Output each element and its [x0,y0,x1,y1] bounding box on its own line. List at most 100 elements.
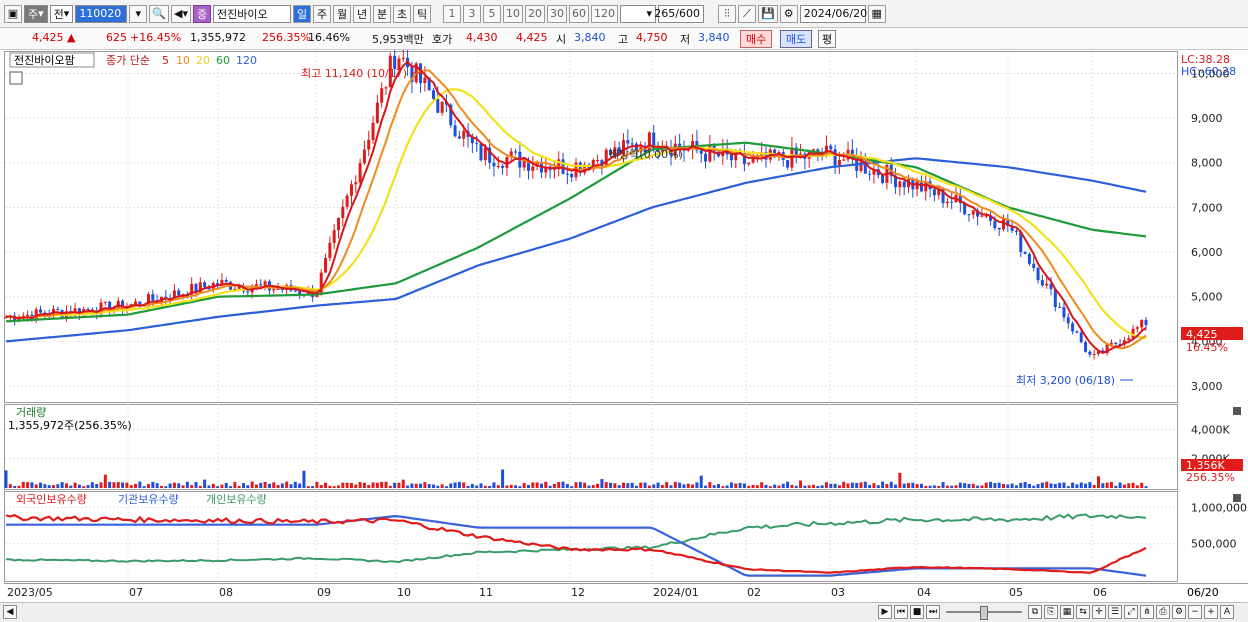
code-dropdown-icon[interactable]: ▾ [129,4,148,23]
zoom-in-icon[interactable]: + [1204,605,1218,619]
sell-button[interactable]: 매도 [780,30,813,48]
volume-bar [630,482,634,488]
volume-bar [704,485,708,488]
volume-bar [112,482,116,488]
volume-bar [306,486,310,488]
rewind-icon[interactable]: ⏮ [894,605,908,619]
volume-bar [863,481,867,488]
interval-5[interactable]: 5 [483,4,501,23]
chart-scrollbar[interactable]: ◀ ▶ ⏮ ■ ⏭ ⧉ ⎘ ▦ ⇆ ✛ ☰ ⤢ ⋔ ⎙ ⚙ − + A [0,602,1248,622]
save-icon[interactable]: 💾 [758,4,778,23]
candle-body [371,122,375,140]
candle-body [1040,280,1044,286]
layout-icon[interactable]: ⧉ [1028,605,1042,619]
pan-icon[interactable]: ☰ [1108,605,1122,619]
volume-bar [86,485,90,488]
candle-body [1088,351,1092,355]
candle-body [881,175,885,183]
speaker-icon[interactable]: ◀▾ [171,4,191,23]
stop-icon[interactable]: ■ [910,605,924,619]
volume-pane-close-icon[interactable] [1233,407,1241,415]
settings-icon[interactable]: ⚙ [1172,605,1186,619]
print-icon[interactable]: ⎙ [1156,605,1170,619]
volume-bar [777,485,781,488]
tab-second[interactable]: 초 [393,4,411,23]
volume-bar [626,483,630,488]
stock-code-input[interactable]: 110020 [75,4,128,23]
volume-bar [298,483,302,488]
stock-badge: 증 [193,4,211,23]
interval-custom-select[interactable]: ▾ [620,4,656,23]
buy-button[interactable]: 매수 [740,30,773,48]
volume-bar [1045,481,1049,488]
tab-month[interactable]: 월 [333,4,351,23]
crosshair-icon[interactable]: ✛ [1092,605,1106,619]
volume-bar [492,482,496,488]
interval-3[interactable]: 3 [463,4,481,23]
individual-holdings-label[interactable]: 개인보유수량 [206,493,267,506]
magnet-icon[interactable]: ⋔ [1140,605,1154,619]
table-icon[interactable] [9,71,23,85]
forward-icon[interactable]: ⏭ [926,605,940,619]
trend-icon[interactable]: ⤢ [1124,605,1138,619]
flat-button[interactable]: 평 [818,30,837,48]
low-value: 3,840 [698,31,730,44]
volume-bar [760,482,764,488]
compare-icon[interactable]: ⇆ [1076,605,1090,619]
volume-pane-title[interactable]: 거래량 [16,406,46,419]
interval-120[interactable]: 120 [591,4,618,23]
grid-icon[interactable]: ▦ [1060,605,1074,619]
period-select[interactable]: 주 ▾ [24,4,48,23]
date-input[interactable]: 2024/06/20 [799,4,867,23]
candle-body [950,201,954,203]
candle-body [1140,319,1144,328]
stock-name-field[interactable]: 전진바이오 [213,4,291,23]
tab-week[interactable]: 주 [313,4,331,23]
volume-bar [90,482,94,488]
scroll-left-icon[interactable]: ◀ [3,605,17,619]
chart-area[interactable]: 10,0009,0008,0007,0006,0005,0004,0003,00… [4,50,1248,603]
scroll-right-icon[interactable]: ▶ [878,605,892,619]
copy-icon[interactable]: ⎘ [1044,605,1058,619]
volume-bar [142,486,146,488]
volume-bar [1036,484,1040,488]
tab-tick[interactable]: 틱 [413,4,431,23]
interval-30[interactable]: 30 [547,4,567,23]
interval-60[interactable]: 60 [569,4,589,23]
volume-bar [967,483,971,488]
candle-body [596,160,600,162]
interval-10[interactable]: 10 [503,4,523,23]
candle-body [1084,342,1088,352]
volume-bar [1010,483,1014,488]
gear-icon[interactable]: ⚙ [779,4,798,23]
interval-20[interactable]: 20 [525,4,545,23]
candle-body [747,162,751,165]
interval-1[interactable]: 1 [443,4,461,23]
institution-holdings-label[interactable]: 기관보유수량 [118,493,179,506]
zoom-slider-thumb[interactable] [980,606,988,620]
volume-bar [1049,483,1053,488]
volume-bar [1066,486,1070,488]
calendar-icon[interactable]: ▦ [867,4,886,23]
price-pane-title[interactable]: 전진바이오팜 [14,54,75,67]
volume-bar [958,482,962,488]
market-select[interactable]: 전 ▾ [49,4,74,23]
draw-tool-icon[interactable]: ⟋ [738,4,756,23]
window-menu-icon[interactable]: ▣ [4,4,22,23]
search-icon[interactable]: 🔍 [149,4,170,23]
volume-bar [203,479,207,488]
candle-type-icon[interactable]: ⫶⫶ [718,4,736,23]
candle-body [349,184,353,196]
foreign-holdings-label[interactable]: 외국인보유수량 [16,493,87,506]
tab-year[interactable]: 년 [353,4,371,23]
tab-day[interactable]: 일 [293,4,311,23]
volume-bar [976,485,980,488]
count-input[interactable]: 265/600 [654,4,704,23]
font-size-icon[interactable]: A [1220,605,1234,619]
tab-minute[interactable]: 분 [373,4,391,23]
holder-pane-close-icon[interactable] [1233,494,1241,502]
price-tick-label: 6,000 [1191,246,1223,259]
zoom-out-icon[interactable]: − [1188,605,1202,619]
volume-bar [583,482,587,488]
volume-bar [168,483,172,488]
